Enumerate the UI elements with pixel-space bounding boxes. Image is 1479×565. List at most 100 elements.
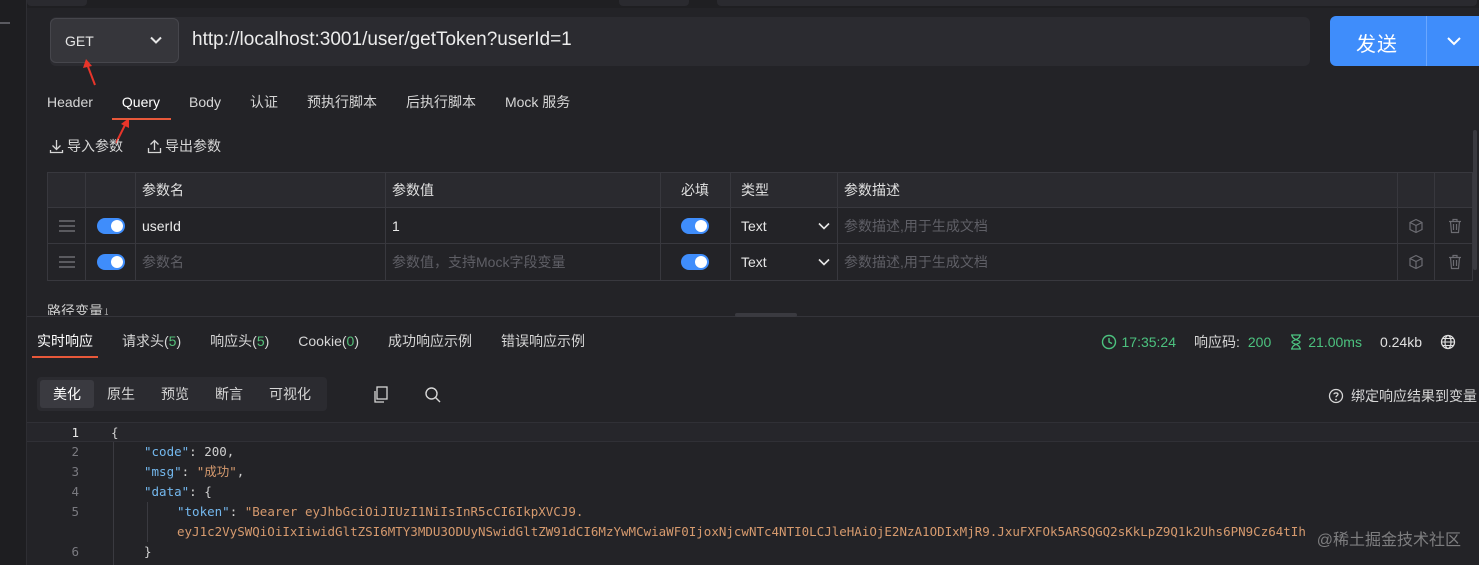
tab-auth[interactable]: 认证 [250,92,278,118]
tab-request-headers[interactable]: 请求头(5) [122,331,181,353]
param-actions: 导入参数 导出参数 [49,136,245,156]
required-toggle[interactable] [681,217,709,234]
chevron-down-icon [818,222,830,230]
required-toggle[interactable] [681,254,709,270]
search-icon[interactable] [424,386,442,404]
query-params-table: 参数名 参数值 必填 类型 参数描述 userId 1 Text 参数描述,用于… [47,172,1473,281]
clock-icon [1101,334,1116,350]
enable-toggle[interactable] [96,217,125,234]
bind-response-to-variable[interactable]: 绑定响应结果到变量 [1328,386,1477,406]
tab-header[interactable]: Header [47,92,93,118]
request-tabs: Header Query Body 认证 预执行脚本 后执行脚本 Mock 服务 [47,92,599,120]
tab-success-example[interactable]: 成功响应示例 [388,331,472,353]
hourglass-icon [1291,334,1302,350]
path-vars-label: 路径变量↓ [47,303,110,315]
panel-resize-handle[interactable] [735,313,797,317]
tab-pre-script[interactable]: 预执行脚本 [307,92,377,118]
method-select[interactable]: GET [50,18,179,63]
tab-cookie[interactable]: Cookie(0) [298,331,359,353]
response-tabs: 实时响应 请求头(5) 响应头(5) Cookie(0) 成功响应示例 错误响应… [32,331,614,361]
indent-guide [113,442,114,565]
scrollbar[interactable] [1473,130,1477,270]
tab-body[interactable]: Body [189,92,221,118]
tab-mock-service[interactable]: Mock 服务 [505,92,570,118]
param-value-input[interactable]: 参数值，支持Mock字段变量 [386,244,661,280]
method-value: GET [65,32,94,49]
header-name: 参数名 [136,173,386,207]
drag-handle-icon [58,219,75,232]
type-value: Text [741,254,767,270]
enable-toggle-cell [86,208,136,243]
code-line: 2 "code": 200, [71,444,235,459]
header-drag-col [48,173,86,207]
param-desc[interactable]: 参数描述,用于生成文档 [838,208,1398,243]
code-line: 3 "msg": "成功", [71,464,245,479]
active-tab-underline [32,356,98,358]
table-header-row: 参数名 参数值 必填 类型 参数描述 [48,173,1472,208]
tab-live-response[interactable]: 实时响应 [32,331,98,358]
code-line: 5 "token": "Bearer eyJhbGciOiJIUzI1NiIsI… [71,504,584,519]
param-desc-input[interactable]: 参数描述,用于生成文档 [838,244,1398,280]
header-desc: 参数描述 [838,173,1398,207]
indent-guide [147,502,148,542]
left-sidebar [0,0,27,565]
mock-button[interactable] [1398,244,1435,280]
copy-icon[interactable] [373,386,389,404]
code-line: 4 "data": { [71,484,212,499]
type-select[interactable]: Text [731,208,838,243]
enable-toggle[interactable] [96,254,125,270]
drag-handle[interactable] [48,244,86,280]
url-input[interactable] [192,29,1292,51]
top-tab-segment[interactable] [27,0,87,6]
cube-icon [1409,218,1423,233]
tab-pretty[interactable]: 美化 [40,380,94,408]
trash-icon [1448,254,1461,270]
type-select[interactable]: Text [731,244,838,280]
drag-handle-icon [58,256,75,268]
cube-icon [1409,254,1423,270]
delete-row-button[interactable] [1435,208,1474,243]
sidebar-marker [0,22,10,24]
globe-button[interactable] [1440,334,1461,350]
header-required: 必填 [661,173,731,207]
watermark: @稀土掘金技术社区 [1316,532,1461,549]
chevron-down-icon [150,36,162,44]
download-icon [49,139,64,153]
export-params-button[interactable]: 导出参数 [147,136,221,156]
drag-handle[interactable] [48,208,86,243]
tab-assert[interactable]: 断言 [202,380,256,408]
header-value: 参数值 [386,173,661,207]
send-button[interactable]: 发送 [1330,16,1479,66]
chevron-down-icon[interactable] [1445,32,1463,50]
view-mode-tabs: 美化 原生 预览 断言 可视化 [37,377,327,411]
tab-error-example[interactable]: 错误响应示例 [501,331,585,353]
top-tab-segment[interactable] [619,0,689,6]
tab-preview[interactable]: 预览 [148,380,202,408]
param-name[interactable]: userId [136,208,386,243]
top-tab-segment[interactable] [717,0,1477,6]
mock-button[interactable] [1398,208,1435,243]
code-line-wrapped: eyJ1c2VySWQiOiIxIiwidGltZSI6MTY3MDU3ODUy… [177,524,1306,539]
top-tab-strip [27,0,1479,8]
url-bar: GET [50,17,1310,66]
help-icon [1328,388,1344,404]
tab-query[interactable]: Query [111,92,172,120]
param-value[interactable]: 1 [386,208,661,243]
response-duration: 21.00ms [1289,334,1362,350]
header-action-col [1398,173,1435,207]
response-time: 17:35:24 [1101,334,1176,350]
tab-raw[interactable]: 原生 [94,380,148,408]
required-toggle-cell [661,208,731,243]
tab-visualize[interactable]: 可视化 [256,380,324,408]
response-body-code[interactable]: 1 { 2 "code": 200, 3 "msg": "成功", 4 "dat… [27,422,1479,565]
active-tab-underline [111,118,172,120]
delete-row-button[interactable] [1435,244,1474,280]
tab-response-headers[interactable]: 响应头(5) [210,331,269,353]
param-name-input[interactable]: 参数名 [136,244,386,280]
chevron-down-icon [818,258,830,266]
code-line: 1 { [27,422,1479,442]
trash-icon [1448,218,1461,233]
tab-post-script[interactable]: 后执行脚本 [406,92,476,118]
import-params-button[interactable]: 导入参数 [49,136,123,156]
response-size: 0.24kb [1379,334,1422,350]
